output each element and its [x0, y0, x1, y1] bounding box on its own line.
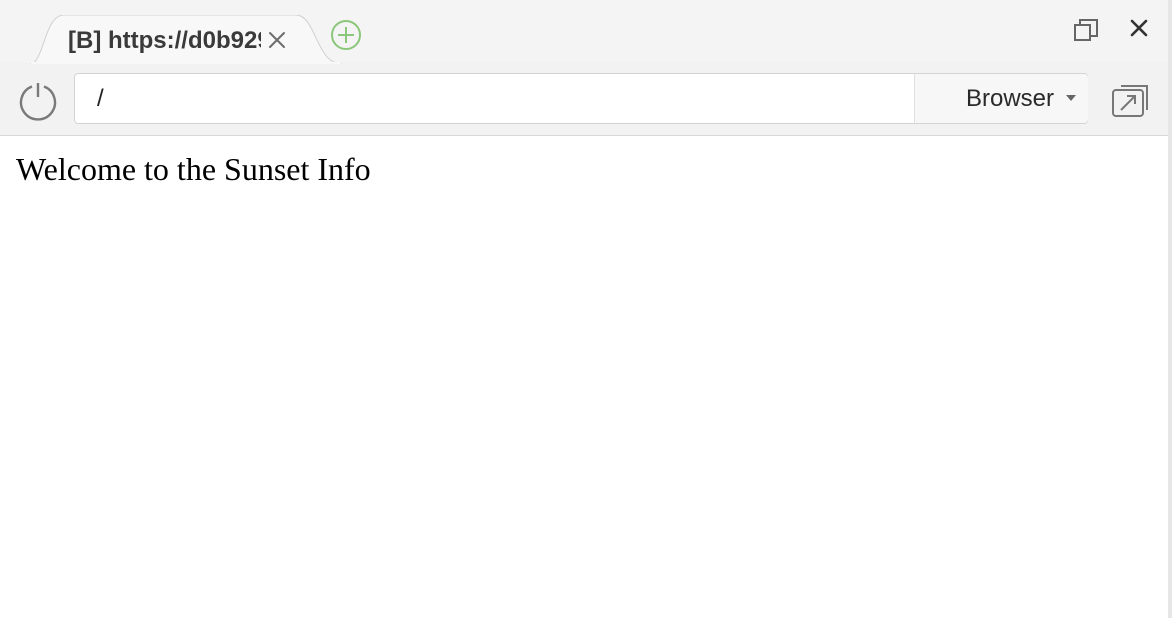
window-close-icon[interactable] — [1128, 17, 1150, 39]
tab-title: [B] https://d0b929 — [68, 27, 261, 54]
window-restore-icon[interactable] — [1072, 16, 1100, 44]
address-bar: Browser — [74, 73, 1088, 124]
mode-dropdown-label: Browser — [966, 85, 1055, 112]
mode-dropdown[interactable]: Browser — [914, 74, 1088, 123]
tab-strip: [B] https://d0b929 — [0, 0, 1172, 64]
url-input[interactable] — [75, 74, 913, 123]
tab-active[interactable]: [B] https://d0b929 — [30, 15, 342, 64]
page-content: Welcome to the Sunset Info — [0, 136, 1168, 618]
caret-down-icon — [1066, 95, 1076, 101]
page-heading: Welcome to the Sunset Info — [16, 151, 371, 187]
browser-window: [B] https://d0b929 / Browser Welcome to … — [0, 0, 1172, 618]
window-border — [1168, 0, 1172, 618]
popout-icon[interactable] — [1110, 83, 1150, 119]
close-icon[interactable] — [266, 29, 288, 51]
toolbar: Browser — [0, 63, 1168, 136]
reload-icon[interactable] — [18, 81, 58, 121]
